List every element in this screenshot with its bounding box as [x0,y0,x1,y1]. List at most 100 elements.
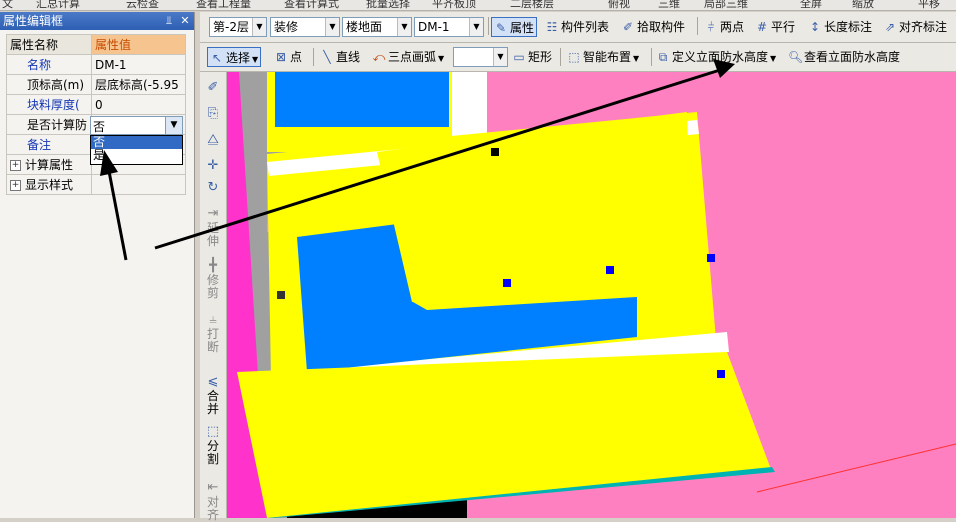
type-select[interactable]: 楼地面 ▼ [342,17,412,37]
chevron-down-icon[interactable]: ▼ [438,54,444,63]
rectangle-button[interactable]: ▭ 矩形 [512,47,552,67]
brush-icon[interactable]: ✐ [205,80,221,95]
chevron-down-icon[interactable]: ▼ [469,18,483,36]
separator [488,17,489,35]
arc-label: 三点画弧 [388,50,437,64]
chevron-down-icon[interactable]: ▼ [770,54,776,63]
chevron-down-icon[interactable]: ▼ [252,55,258,64]
view-wall-height-label: 查看立面防水高度 [804,50,901,64]
property-row[interactable]: 块料厚度( 0 [6,94,186,115]
top-frag-0[interactable]: 文 [2,0,13,10]
arc-icon: ⤺ [372,50,386,64]
property-group-label[interactable]: + 显示样式 [6,174,92,195]
chevron-down-icon[interactable]: ▼ [252,18,266,36]
top-frag-11[interactable]: 全屏 [800,0,822,10]
point-label: 点 [290,50,303,64]
align-button[interactable]: 对齐 [204,496,222,522]
view-wall-height-button[interactable]: 🔍︎查看立面防水高度 [788,47,900,67]
chevron-down-icon[interactable]: ▼ [165,117,182,134]
grip-point [707,254,715,262]
chevron-down-icon[interactable]: ▼ [397,18,411,36]
property-row-value[interactable]: DM-1 [91,54,186,75]
two-points-label: 两点 [720,20,745,34]
property-row-value[interactable]: 层底标高(-5.95 [91,74,186,95]
smart-layout-button[interactable]: ⬚ 智能布置 ▼ [567,47,639,67]
extend-button[interactable]: 延伸 [204,222,222,248]
top-frag-13[interactable]: 平移 [918,0,940,10]
merge-icon[interactable]: ⩽ [205,374,221,389]
line-label: 直线 [336,50,361,64]
toolbar-draw: ↖ 选择 ▼ ⊠ 点 ╲ 直线 ⤺ 三点画弧 ▼ ▼ ▭ 矩形 ⬚ 智能布置 ▼ ⧉ 定义立面防水高… [200,43,956,72]
top-frag-10[interactable]: 局部三维 [704,0,748,10]
split-icon[interactable]: ⬚ [205,424,221,439]
close-icon[interactable]: ✕ [178,13,192,28]
top-frag-3[interactable]: 查看工程量 [196,0,251,10]
component-list-button[interactable]: ☷ 构件列表 [545,17,609,37]
extend-icon[interactable]: ⇥ [205,206,221,221]
parallel-button[interactable]: # 平行 [755,17,795,37]
chevron-down-icon[interactable]: ▼ [493,48,507,66]
rotate-icon[interactable]: ↻ [205,180,221,195]
chevron-down-icon[interactable]: ▼ [633,54,639,63]
break-button[interactable]: 打断 [204,328,222,354]
move-icon[interactable]: ✛ [205,158,221,173]
property-row-label: 备注 [6,134,92,155]
define-wall-height-button[interactable]: ⧉ 定义立面防水高度 ▼ [656,47,776,67]
two-points-button[interactable]: ⫩ 两点 [704,17,744,37]
floor-select[interactable]: 第-2层 ▼ [209,17,267,37]
trim-icon[interactable]: ╋ [205,258,221,273]
property-group-label[interactable]: + 计算属性 [6,154,92,175]
arc-button[interactable]: ⤺ 三点画弧 ▼ [372,47,445,67]
cursor-icon: ↖ [211,51,223,65]
top-frag-9[interactable]: 三维 [658,0,680,10]
align-icon[interactable]: ⇤ [205,480,221,495]
top-frag-5[interactable]: 批量选择 [366,0,410,10]
break-icon[interactable]: ⫨ [205,312,221,327]
top-frag-1[interactable]: 汇总计算 [36,0,80,10]
expand-plus-icon[interactable]: + [10,180,21,191]
top-frag-12[interactable]: 缩放 [852,0,874,10]
property-panel: 属性编辑框 ⫫ ✕ 属性名称 属性值 名称 DM-1 顶标高(m) 层底标高(-… [0,12,195,518]
pin-icon[interactable]: ⫫ [162,13,176,28]
point-button[interactable]: ⊠ 点 [274,47,302,67]
arc-mode-select[interactable]: ▼ [453,47,508,67]
separator [313,48,314,66]
combo-value: 否 [93,120,106,134]
eyedropper-icon: ✐ [622,20,634,34]
property-row[interactable]: 顶标高(m) 层底标高(-5.95 [6,74,186,95]
trim-button[interactable]: 修剪 [204,274,222,300]
property-row[interactable]: 名称 DM-1 [6,54,186,75]
canvas-svg[interactable] [227,72,956,518]
select-button[interactable]: ↖ 选择 ▼ [207,47,262,67]
top-frag-2[interactable]: 云检查 [126,0,159,10]
chevron-down-icon[interactable]: ▼ [325,18,339,36]
pick-component-button[interactable]: ✐ 拾取构件 [621,17,685,37]
align-dim-icon: ⇗ [884,20,896,34]
align-dim-button[interactable]: ⇗ 对齐标注 [883,17,947,37]
combo-dropdown-list[interactable]: 否 是 [90,135,183,165]
attributes-label: 属性 [510,21,535,35]
top-frag-7[interactable]: 二层楼层 [510,0,554,10]
calc-waterproof-combo[interactable]: 否 ▼ [90,116,183,135]
attributes-button[interactable]: ✎ 属性 [491,17,538,37]
define-wall-height-label: 定义立面防水高度 [672,50,769,64]
top-frag-8[interactable]: 俯视 [608,0,630,10]
copy-icon[interactable]: ⎘ [205,106,221,121]
category-select[interactable]: 装修 ▼ [270,17,340,37]
drawing-canvas[interactable] [227,72,956,518]
length-dim-button[interactable]: ↕ 长度标注 [808,17,872,37]
property-row-label: 是否计算防 [6,114,92,135]
dropdown-option[interactable]: 是 [91,149,182,162]
merge-button[interactable]: 合并 [204,390,222,416]
split-button[interactable]: 分割 [204,440,222,466]
expand-plus-icon[interactable]: + [10,160,21,171]
top-frag-6[interactable]: 平齐板顶 [432,0,476,10]
mirror-icon[interactable]: ⧋ [205,132,221,147]
top-frag-4[interactable]: 查看计算式 [284,0,339,10]
toolbar-selectors: 第-2层 ▼ 装修 ▼ 楼地面 ▼ DM-1 ▼ ✎ 属性 ☷ 构件列表 ✐ 拾取构件 ⫩ 两点… [200,12,956,43]
component-select[interactable]: DM-1 ▼ [414,17,484,37]
property-row-value[interactable]: 0 [91,94,186,115]
header-name: 属性名称 [6,34,92,55]
line-button[interactable]: ╲ 直线 [320,47,360,67]
property-group-row[interactable]: + 显示样式 [6,174,186,195]
